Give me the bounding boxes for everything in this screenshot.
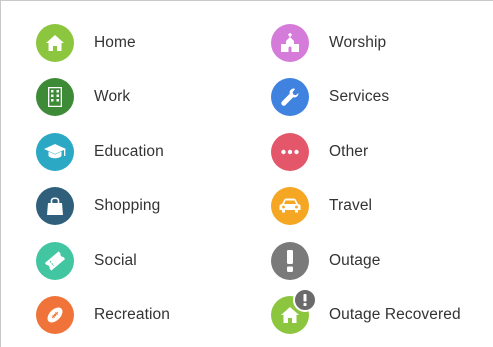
category-item-recreation[interactable]: Recreation [36, 295, 256, 335]
ticket-icon [36, 242, 74, 280]
category-label: Shopping [94, 197, 161, 214]
car-icon [271, 187, 309, 225]
category-legend-panel: Home Work Education Shopping Social Recr… [0, 0, 493, 347]
category-item-work[interactable]: Work [36, 77, 256, 117]
graduation-cap-icon [36, 133, 74, 171]
category-item-education[interactable]: Education [36, 132, 256, 172]
category-item-social[interactable]: Social [36, 241, 256, 281]
building-icon [36, 78, 74, 116]
exclamation-badge-icon [293, 288, 317, 312]
category-item-outage[interactable]: Outage [271, 241, 491, 281]
category-item-worship[interactable]: Worship [271, 23, 491, 63]
football-icon [36, 296, 74, 334]
category-label: Social [94, 252, 137, 269]
category-item-services[interactable]: Services [271, 77, 491, 117]
category-label: Home [94, 34, 136, 51]
category-label: Recreation [94, 306, 170, 323]
exclamation-icon [271, 242, 309, 280]
category-item-shopping[interactable]: Shopping [36, 186, 256, 226]
category-item-outage-recovered[interactable]: Outage Recovered [271, 288, 491, 335]
home-icon [36, 24, 74, 62]
wrench-icon [271, 78, 309, 116]
category-label: Worship [329, 34, 387, 51]
category-label: Services [329, 88, 390, 105]
category-item-home[interactable]: Home [36, 23, 256, 63]
church-icon [271, 24, 309, 62]
ellipsis-icon [271, 133, 309, 171]
category-label: Education [94, 143, 164, 160]
category-item-travel[interactable]: Travel [271, 186, 491, 226]
category-label: Outage Recovered [329, 306, 461, 323]
category-label: Other [329, 143, 369, 160]
shopping-bag-icon [36, 187, 74, 225]
category-label: Work [94, 88, 131, 105]
category-item-other[interactable]: Other [271, 132, 491, 172]
category-label: Outage [329, 252, 381, 269]
home-icon [271, 288, 317, 334]
category-label: Travel [329, 197, 373, 214]
